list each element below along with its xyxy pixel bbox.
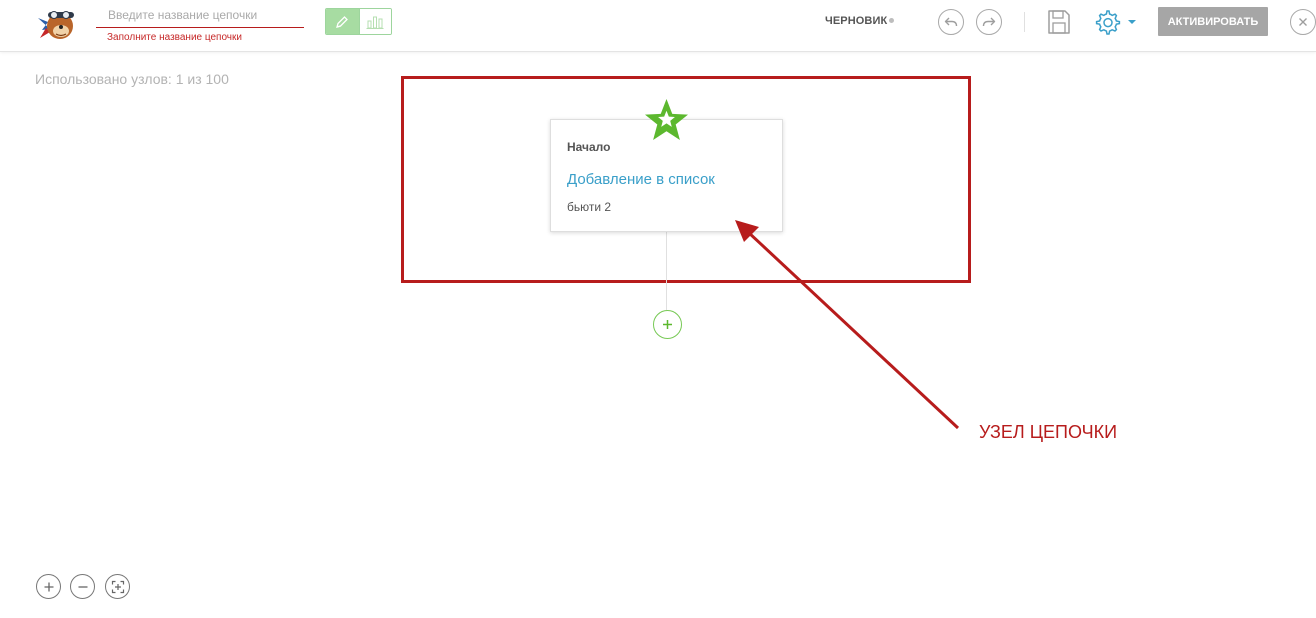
add-node-button[interactable] [653,310,682,339]
floppy-disk-icon [1048,10,1070,34]
top-toolbar: Заполните название цепочки ЧЕРНОВИК [0,0,1316,52]
save-button[interactable] [1046,8,1072,36]
node-list-name: бьюти 2 [567,200,612,214]
undo-button[interactable] [938,9,964,35]
chain-name-error: Заполните название цепочки [107,32,242,43]
undo-icon [944,17,958,27]
stats-mode-button[interactable] [358,9,391,34]
zoom-out-icon [78,585,87,588]
status-label: ЧЕРНОВИК [825,15,888,27]
settings-button[interactable] [1093,7,1139,37]
node-action-link[interactable]: Добавление в список [567,171,715,188]
edit-pencil-icon [336,15,349,28]
logo-icon [38,11,74,39]
chevron-down-icon [1128,20,1136,24]
zoom-out-button[interactable] [70,574,95,599]
plus-icon [663,320,672,329]
node-title: Начало [567,140,611,154]
mode-toggle [325,8,392,35]
toolbar-divider [1024,12,1025,32]
gear-icon [1095,10,1121,35]
edit-mode-button[interactable] [326,9,359,34]
nodes-used-counter: Использовано узлов: 1 из 100 [35,71,229,87]
chain-name-input[interactable] [96,2,304,28]
fit-screen-icon [111,580,124,593]
start-star-icon [645,98,688,141]
activate-button[interactable]: АКТИВИРОВАТЬ [1158,7,1268,36]
redo-icon [982,17,996,27]
close-button[interactable] [1290,9,1316,35]
close-icon [1299,18,1307,26]
fit-screen-button[interactable] [105,574,130,599]
stats-bars-icon [366,16,384,29]
annotation-label: УЗЕЛ ЦЕПОЧКИ [979,422,1118,442]
redo-button[interactable] [976,9,1002,35]
node-connector-line [666,232,667,310]
zoom-in-button[interactable] [36,574,61,599]
status-indicator [889,18,894,23]
zoom-in-icon [44,582,53,591]
